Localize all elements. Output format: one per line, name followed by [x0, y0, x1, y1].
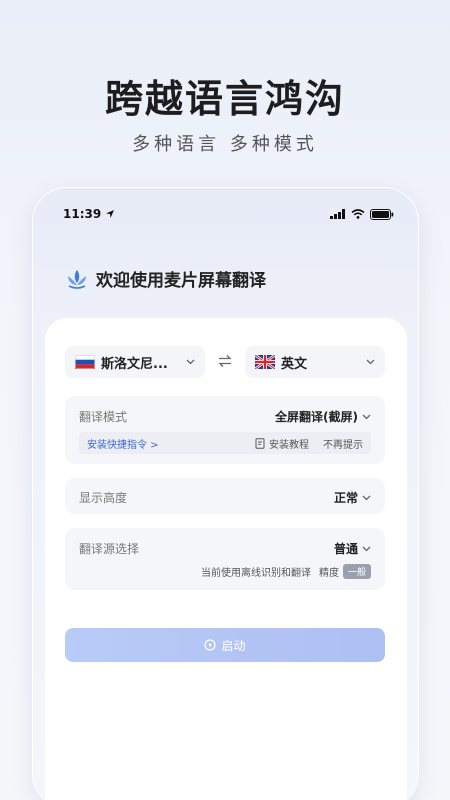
translate-mode-value[interactable]: 全屏翻译(截屏) — [275, 408, 371, 425]
document-icon — [255, 437, 265, 449]
slovenia-flag-icon — [75, 355, 95, 369]
translation-source-row[interactable]: 翻译源选择 普通 当前使用离线识别和翻译 精度 一般 — [65, 528, 385, 590]
hero-subtitle: 多种语言 多种模式 — [132, 134, 318, 155]
translate-mode-label: 翻译模式 — [79, 410, 128, 424]
display-height-value[interactable]: 正常 — [334, 489, 371, 506]
translation-source-label: 翻译源选择 — [79, 542, 140, 556]
swap-languages-icon[interactable] — [217, 354, 233, 368]
translate-mode-row[interactable]: 翻译模式 全屏翻译(截屏) 安装快捷指令 > 安装教程 不再提示 — [65, 396, 385, 464]
translation-source-value[interactable]: 普通 — [334, 540, 371, 557]
signal-icon — [330, 209, 345, 219]
install-shortcut-link[interactable]: 安装快捷指令 > — [87, 436, 159, 451]
start-button[interactable]: 启动 — [65, 628, 385, 662]
chevron-down-icon — [362, 414, 371, 419]
wifi-icon — [351, 209, 365, 219]
phone-mockup: 11:39 欢迎使用麦片屏幕翻译 斯洛文尼... 英文 翻译模式 全屏翻译(截屏… — [33, 188, 418, 800]
precision-badge: 一般 — [342, 564, 371, 579]
source-language-select[interactable]: 斯洛文尼... — [65, 346, 205, 378]
settings-card: 斯洛文尼... 英文 翻译模式 全屏翻译(截屏) 安装快捷指令 > 安装教程 不… — [45, 318, 407, 800]
chevron-down-icon — [362, 546, 371, 551]
uk-flag-icon — [255, 355, 275, 369]
source-note: 当前使用离线识别和翻译 精度 一般 — [201, 564, 371, 579]
lotus-logo-icon — [68, 269, 86, 289]
status-bar: 11:39 — [63, 206, 394, 222]
battery-icon — [370, 208, 394, 220]
greeting: 欢迎使用麦片屏幕翻译 — [66, 266, 266, 291]
dismiss-tip-button[interactable]: 不再提示 — [323, 436, 363, 451]
location-arrow-icon — [106, 210, 115, 218]
hero-title: 跨越语言鸿沟 — [104, 77, 345, 121]
start-button-label: 启动 — [221, 638, 246, 653]
power-circle-icon — [204, 639, 217, 651]
target-language-select[interactable]: 英文 — [245, 346, 385, 378]
install-tutorial-link[interactable]: 安装教程 — [255, 436, 309, 451]
language-row: 斯洛文尼... 英文 — [65, 346, 385, 378]
status-time: 11:39 — [63, 207, 102, 221]
display-height-label: 显示高度 — [79, 491, 128, 505]
shortcut-tip-strip: 安装快捷指令 > 安装教程 不再提示 — [79, 432, 371, 454]
greeting-text: 欢迎使用麦片屏幕翻译 — [96, 271, 266, 291]
chevron-down-icon — [362, 495, 371, 500]
target-language-label: 英文 — [281, 356, 308, 372]
chevron-down-icon — [366, 359, 375, 365]
source-language-label: 斯洛文尼... — [101, 356, 168, 372]
chevron-down-icon — [186, 359, 195, 365]
display-height-row[interactable]: 显示高度 正常 — [65, 478, 385, 514]
